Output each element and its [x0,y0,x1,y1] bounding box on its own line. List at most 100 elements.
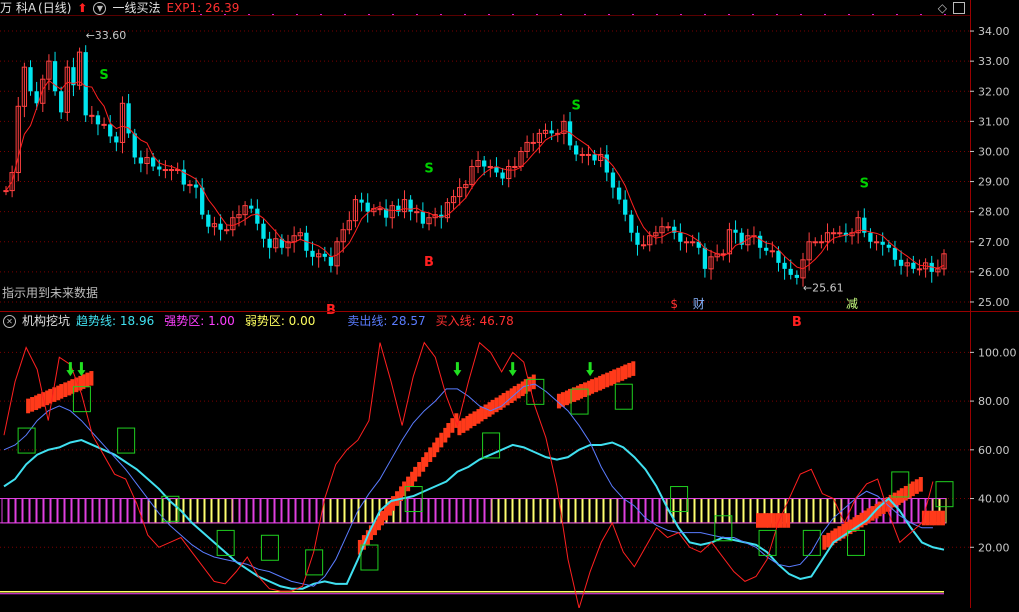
ma-line [5,79,945,270]
strong-step-bar [531,374,536,390]
zone-bar [652,498,660,524]
zone-bar [456,498,464,524]
candle-body-down [549,130,554,134]
zone-bar [323,498,331,524]
candle-body-down [482,160,487,167]
restore-icon[interactable] [953,2,965,14]
candle-body-down [206,214,211,227]
zone-bar [85,498,93,524]
extreme-price-label: ←33.60 [86,29,127,42]
close-circle-icon[interactable]: ✕ [3,314,16,328]
zone-bar [673,498,681,524]
candle-body-down [138,157,144,164]
zone-bar [204,498,212,524]
candle-body-down [249,205,254,209]
period-label[interactable]: (日线) [38,0,71,16]
zone-bar [50,498,58,524]
strong-step-bar [391,496,396,511]
y-tick-label: 34.00 [978,25,1010,38]
indicator-value-0: 趋势线: 18.96 [76,314,155,328]
candle-body-down [635,232,640,245]
zone-bar [295,498,303,524]
zone-bar [820,498,828,524]
candle-body-down [782,262,787,269]
candle-body-down [794,274,800,278]
candle-body-down [108,124,113,137]
candlestick-layer: ←33.60←25.61SBSBSBS$ 财减 [3,29,947,330]
candle-body-down [28,67,33,92]
strong-step-bar [89,371,94,386]
strong-step-bar [631,361,636,376]
zone-bar [911,498,919,524]
strong-step-bar [505,390,510,406]
zone-bar [15,498,23,524]
signal-box [614,383,633,410]
strong-step-bar [446,423,451,438]
dropdown-circle-icon[interactable]: ▼ [93,1,107,15]
zone-bar [743,498,751,524]
candle-body-down [114,136,119,143]
strong-step-bar [921,510,926,526]
zone-bar [484,498,492,524]
zone-bar [722,498,730,524]
y-tick-label: 28.00 [978,206,1010,219]
candle-body-down [610,172,616,188]
zone-bar [99,498,107,524]
strong-step-bar [914,479,919,494]
y-tick-label: 80.00 [978,395,1010,408]
signal-box [260,534,279,561]
zone-bar [631,498,639,524]
candle-body-down [592,154,597,161]
zone-bar [617,498,625,524]
zone-bar [330,498,338,524]
indicator-name[interactable]: 一线买法 [112,0,160,16]
candle-body-down [764,247,769,251]
zone-bar [533,498,541,524]
candle-body-down [193,184,199,188]
bottom-indicator-name[interactable]: 机构挖坑 [22,313,70,329]
strong-step-bar [413,466,418,482]
strong-step-bar [756,513,760,528]
bottom-header: ✕ 机构挖坑 趋势线: 18.96 强势区: 1.00 弱势区: 0.00 卖出线: … [0,313,514,329]
candle-body-down [911,262,916,269]
indicator-value-1: 强势区: 1.00 [164,314,235,328]
strong-step-bar [384,505,388,521]
candle-body-up [89,114,95,117]
zone-bar [547,498,555,524]
candle-body-down [898,259,904,266]
zone-bar [351,498,359,524]
zone-bar [407,498,415,524]
strong-step-bar [918,477,923,492]
diamond-icon[interactable]: ◇ [938,1,947,15]
candle-body-up [640,244,647,247]
y-tick-label: 26.00 [978,266,1010,279]
zone-bar [561,498,569,524]
zone-bar [792,498,800,524]
zone-bar [141,498,149,524]
stock-name[interactable]: 万 科A [0,0,36,16]
zone-bar [218,498,226,524]
zone-bar [225,498,233,524]
candle-body-down [328,256,334,266]
zone-bar [1,498,9,524]
candle-body-up [831,232,837,235]
zone-bar [715,498,723,524]
signal-box [847,529,866,556]
zone-bar [43,498,51,524]
up-arrow-icon[interactable]: ⬆ [77,0,87,16]
strong-step-bar [439,432,444,448]
zone-bar [680,498,688,524]
zone-bar [813,498,821,524]
candle-body-down [892,247,898,260]
strong-step-bar [612,369,617,385]
zone-bar [127,498,135,524]
sell-signal: S [571,98,580,113]
candle-body-down [788,268,793,275]
zone-bar [729,498,737,524]
zone-bar [442,498,450,524]
zone-bar [400,498,408,524]
candle-body-down [408,199,413,212]
candle-body-up [665,226,671,229]
zone-bar [505,498,513,524]
zone-bar [190,498,198,524]
